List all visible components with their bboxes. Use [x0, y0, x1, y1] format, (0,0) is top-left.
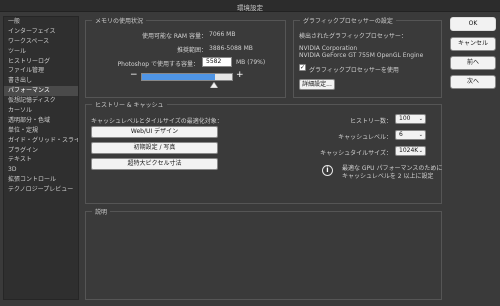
chevron-down-icon: ⌄ [418, 132, 423, 138]
sidebar-item[interactable]: 一般 [4, 17, 78, 27]
description-title: 説明 [92, 207, 111, 216]
sidebar-item[interactable]: ファイル管理 [4, 66, 78, 76]
cache-levels-label: キャッシュレベル： [338, 134, 392, 141]
gpu-model: NVIDIA GeForce GT 755M OpenGL Engine [299, 52, 424, 59]
description-panel: 説明 [85, 207, 442, 300]
memory-slider[interactable] [141, 73, 233, 81]
sidebar-item[interactable]: 書き出し [4, 76, 78, 86]
ideal-range-label: 推奨範囲： [176, 47, 207, 54]
memory-usage-panel: メモリの使用状況 使用可能な RAM 容量： 7066 MB 推奨範囲： 388… [85, 16, 286, 98]
gpu-note-line-2: キャッシュレベルを 2 以上に設定 [342, 173, 434, 180]
sidebar-item[interactable]: ツール [4, 47, 78, 57]
slider-thumb-icon[interactable] [209, 82, 218, 88]
usage-label: Photoshop で使用する容量： [117, 61, 199, 68]
history-states-value: 100 [399, 115, 411, 122]
usage-unit: MB (79%) [236, 59, 266, 66]
sidebar-item[interactable]: カーソル [4, 106, 78, 116]
available-ram-label: 使用可能な RAM 容量： [141, 33, 207, 40]
gpu-settings-title: グラフィックプロセッサーの設定 [300, 16, 396, 25]
use-gpu-label: グラフィックプロセッサーを使用 [309, 67, 399, 74]
sidebar-item[interactable]: テキスト [4, 155, 78, 165]
web-ui-design-button[interactable]: Web/UI デザイン [91, 126, 218, 138]
next-button[interactable]: 次へ [450, 75, 496, 89]
chevron-down-icon: ⌄ [418, 148, 423, 154]
history-cache-panel: ヒストリー & キャッシュ キャッシュレベルとタイルサイズの最適化対象： Web… [85, 100, 442, 204]
memory-usage-title: メモリの使用状況 [92, 16, 147, 25]
cache-levels-value: 6 [399, 131, 403, 138]
sidebar-item[interactable]: パフォーマンス [4, 86, 78, 97]
sidebar-item[interactable]: 単位・定規 [4, 126, 78, 136]
ideal-range-value: 3886-5088 MB [209, 45, 253, 52]
sidebar-item[interactable]: ヒストリーログ [4, 57, 78, 67]
preferences-sidebar: 一般 インターフェイス ワークスペース ツール ヒストリーログ ファイル管理 書き出し パフォ… [3, 16, 79, 300]
chevron-down-icon: ⌄ [418, 116, 423, 122]
available-ram-value: 7066 MB [209, 31, 236, 38]
cache-tile-size-value: 1024K [399, 147, 419, 154]
sidebar-item[interactable]: ガイド・グリッド・スライス [4, 136, 78, 146]
sidebar-item[interactable]: 仮想記憶ディスク [4, 96, 78, 106]
ok-button[interactable]: OK [450, 17, 496, 31]
sidebar-item[interactable]: 透明部分・色域 [4, 116, 78, 126]
cache-levels-select[interactable]: 6 ⌄ [395, 130, 426, 140]
window-title: 環境設定 [237, 4, 263, 12]
gpu-vendor: NVIDIA Corporation [299, 45, 358, 52]
increase-icon[interactable]: + [236, 70, 244, 80]
history-cache-title: ヒストリー & キャッシュ [92, 100, 167, 109]
cancel-button[interactable]: キャンセル [450, 37, 496, 51]
usage-input[interactable]: 5582 [202, 57, 232, 67]
sidebar-item[interactable]: プラグイン [4, 146, 78, 156]
history-states-label: ヒストリー数： [349, 118, 392, 125]
sidebar-item[interactable]: 3D [4, 165, 78, 175]
memory-slider-fill [142, 74, 215, 80]
gpu-settings-panel: グラフィックプロセッサーの設定 検出されたグラフィックプロセッサー： NVIDI… [293, 16, 442, 98]
sidebar-item[interactable]: テクノロジープレビュー [4, 185, 78, 195]
info-icon: i [322, 165, 333, 176]
cache-tile-size-label: キャッシュタイルサイズ： [320, 150, 392, 157]
decrease-icon[interactable]: − [130, 70, 138, 80]
default-photo-button[interactable]: 初期設定 / 写真 [91, 142, 218, 154]
advanced-settings-button[interactable]: 詳細設定... [299, 79, 335, 90]
use-gpu-checkbox[interactable]: ✓ [299, 64, 306, 71]
sidebar-item[interactable]: 拡張コントロール [4, 175, 78, 185]
prev-button[interactable]: 前へ [450, 56, 496, 70]
detected-gpu-label: 検出されたグラフィックプロセッサー： [299, 33, 407, 40]
optimize-label: キャッシュレベルとタイルサイズの最適化対象： [91, 118, 223, 125]
history-states-select[interactable]: 100 ⌄ [395, 114, 426, 124]
huge-pixel-dimensions-button[interactable]: 超特大ピクセル寸法 [91, 158, 218, 170]
cache-tile-size-select[interactable]: 1024K ⌄ [395, 146, 426, 156]
sidebar-item[interactable]: インターフェイス [4, 27, 78, 37]
title-bar: 環境設定 [0, 0, 500, 12]
performance-pane: メモリの使用状況 使用可能な RAM 容量： 7066 MB 推奨範囲： 388… [85, 16, 442, 300]
sidebar-item[interactable]: ワークスペース [4, 37, 78, 47]
